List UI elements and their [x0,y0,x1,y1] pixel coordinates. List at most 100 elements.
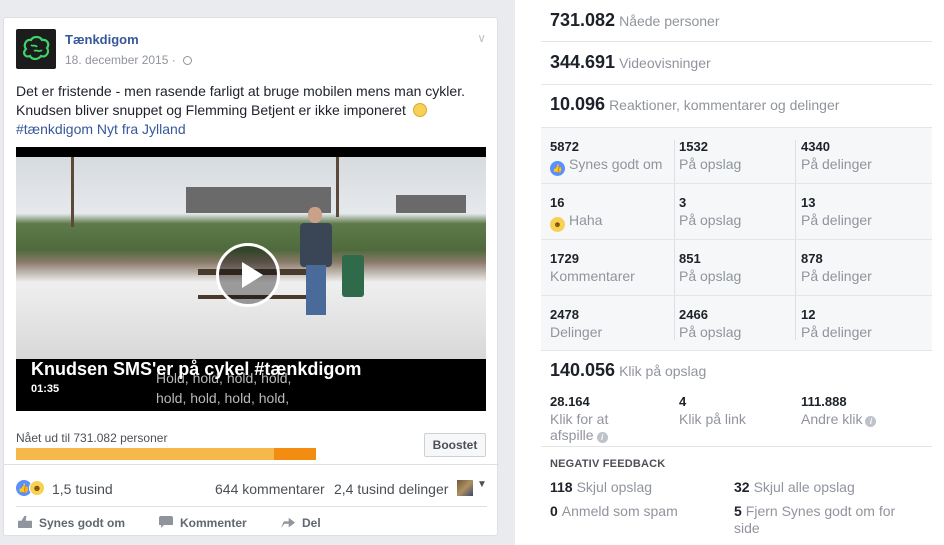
play-icon [242,262,263,288]
info-icon[interactable]: i [865,416,877,427]
post-actions: Synes godt om Kommenter Del [16,513,486,533]
haha-label: Haha [569,212,603,228]
grid-cell-shares: 2478 Delinger [550,307,602,340]
link-clicks-label: Klik på link [679,411,746,427]
play-clicks: 28.164 Klik for at afspille i [550,394,608,443]
video-player[interactable]: Hold, hold, hold, hold, hold, hold, hold… [16,147,486,411]
reach-label: Nåede personer [619,13,720,29]
comments-on-shares-label: På delinger [801,268,872,284]
page-name-link[interactable]: Tænkdigom [65,32,139,47]
hide-all-label: Skjul alle opslag [753,479,855,495]
comments-label: Kommentarer [550,268,635,284]
haha-on-shares-label: På delinger [801,212,872,228]
grid-cell-comments: 1729 Kommentarer [550,251,635,284]
location-link[interactable]: Nyt fra Jylland [93,121,186,137]
thumbs-up-icon [18,516,32,528]
link-clicks-value: 4 [679,394,687,409]
unlike-page-value: 5 [734,503,742,519]
shares-on-post-value: 2466 [679,307,708,322]
views-value: 344.691 [550,52,616,72]
chevron-down-icon[interactable]: ∨ [477,31,486,45]
divider [541,84,932,85]
hide-post-feedback: 118 Skjul opslag [550,479,652,496]
grid-cell-comments-on-post: 851 På opslag [679,251,741,284]
divider [4,464,499,465]
other-clicks: 111.888 Andre klik i [801,394,877,427]
unlike-page-feedback: 5 Fjern Synes godt om for side [734,503,895,537]
engagement-label: Reaktioner, kommentarer og delinger [609,97,840,113]
page-avatar[interactable] [16,29,56,69]
likes-value: 5872 [550,139,579,154]
haha-reaction-icon[interactable]: ☻ [29,480,45,496]
reach-progress-bar [16,448,316,460]
boost-button[interactable]: Boostet [424,433,486,457]
comments-count[interactable]: 644 kommentarer [215,481,325,497]
grid-cell-haha: 16 ☻ Haha [550,195,602,232]
haha-on-post-value: 3 [679,195,687,210]
hide-post-label: Skjul opslag [576,479,653,495]
date-separator: · [168,53,180,67]
info-icon[interactable]: i [596,432,608,443]
house-shape [396,195,466,213]
reach-value: 731.082 [550,10,616,30]
other-clicks-label: Andre klik [801,411,863,427]
post-text-line1: Det er fristende - men rasende farligt a… [16,83,465,99]
clicks-value: 140.056 [550,360,616,380]
column-separator [795,140,796,340]
grid-cell-comments-on-shares: 878 På delinger [801,251,872,284]
grid-cell-likes: 5872 👍 Synes godt om [550,139,662,176]
person-shape [296,207,336,317]
engagement-metric: 10.096 Reaktioner, kommentarer og delinge… [550,94,839,115]
hide-all-value: 32 [734,479,750,495]
post-timestamp[interactable]: 18. december 2015 · [65,53,193,67]
reach-text: Nået ud til 731.082 personer [16,431,168,445]
divider [541,446,932,447]
smiley-emoji-icon [412,103,427,117]
reactions-summary: 👍 ☻ 1,5 tusind 644 kommentarer 2,4 tusin… [16,478,487,500]
play-button[interactable] [216,243,280,307]
likes-on-shares-label: På delinger [801,156,872,172]
shares-label: Delinger [550,324,603,340]
shares-on-shares-label: På delinger [801,324,872,340]
play-clicks-label-line2: afspille [550,427,594,443]
comment-button[interactable]: Kommenter [159,513,247,533]
subtitle-line2: hold, hold, hold, hold, [156,390,290,406]
likes-on-post-value: 1532 [679,139,708,154]
like-button-label: Synes godt om [39,516,126,530]
like-button[interactable]: Synes godt om [18,513,125,533]
other-clicks-value: 111.888 [801,394,847,409]
comment-icon [159,516,173,528]
row-separator [541,183,932,184]
shares-on-post-label: På opslag [679,324,742,340]
grid-cell-haha-on-shares: 13 På delinger [801,195,872,228]
sharer-avatar[interactable] [457,480,473,496]
divider [541,41,932,42]
share-button[interactable]: Del [281,513,321,533]
grid-cell-shares-on-shares: 12 På delinger [801,307,872,340]
globe-icon [183,56,193,65]
unlike-page-label-line1: Fjern Synes godt om for [745,503,896,519]
likes-on-post-label: På opslag [679,156,742,172]
views-label: Videovisninger [619,55,711,71]
share-arrow-icon [281,517,295,528]
report-spam-value: 0 [550,503,558,519]
hide-post-value: 118 [550,479,573,495]
brain-logo-icon [23,35,50,61]
hide-all-posts-feedback: 32 Skjul alle opslag [734,479,855,496]
hashtag-link[interactable]: #tænkdigom [16,121,93,137]
tree-shape [71,157,74,227]
post-header: Tænkdigom 18. december 2015 · ∨ [16,29,486,71]
like-icon: 👍 [550,161,565,176]
comments-on-post-value: 851 [679,251,701,266]
post-date-text: 18. december 2015 [65,53,169,67]
shares-count[interactable]: 2,4 tusind delinger [334,481,448,497]
caret-down-icon[interactable]: ▼ [477,479,487,490]
likes-label: Synes godt om [569,156,663,172]
views-metric: 344.691 Videovisninger [550,52,711,73]
unlike-page-label-line2: side [734,520,760,536]
grid-cell-shares-on-post: 2466 På opslag [679,307,741,340]
post-card: Tænkdigom 18. december 2015 · ∨ Det er f… [3,17,499,536]
reactions-count[interactable]: 1,5 tusind [52,481,113,497]
comments-value: 1729 [550,251,579,266]
haha-on-shares-value: 13 [801,195,816,210]
